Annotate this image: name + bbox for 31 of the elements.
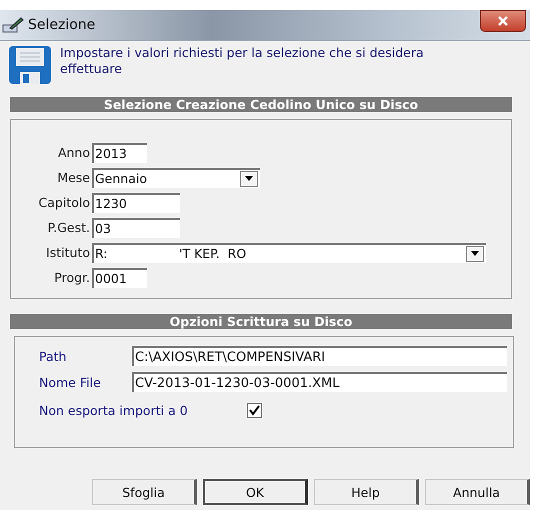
dialog-button[interactable]: Sfoglia bbox=[92, 479, 197, 505]
input-field[interactable]: CV-2013-01-1230-03-0001.XML bbox=[132, 372, 507, 392]
pen-icon bbox=[2, 17, 24, 33]
dialog-button[interactable]: Help bbox=[314, 479, 419, 505]
field-label: Anno bbox=[56, 145, 91, 160]
close-button[interactable] bbox=[480, 10, 526, 32]
input-field[interactable]: 2013 bbox=[92, 142, 147, 162]
field-label: Path bbox=[39, 348, 68, 364]
section-header: Selezione Creazione Cedolino Unico su Disco bbox=[10, 97, 512, 112]
dialog-button[interactable]: Annulla bbox=[425, 479, 530, 505]
instruction-text: Impostare i valori richiesti per la selezione che si desidera effettuare bbox=[60, 45, 425, 77]
field-label: P.Gest. bbox=[46, 220, 91, 235]
window-title: Selezione bbox=[28, 17, 96, 33]
input-field[interactable]: 03 bbox=[92, 218, 180, 238]
checkbox[interactable] bbox=[247, 402, 262, 418]
close-icon bbox=[497, 16, 509, 26]
caret-icon bbox=[466, 246, 484, 262]
field-label: Istituto bbox=[45, 245, 91, 260]
field-label: Mese bbox=[56, 170, 91, 185]
section-header: Opzioni Scrittura su Disco bbox=[10, 314, 512, 329]
field-label: Progr. bbox=[53, 270, 91, 285]
caret-icon bbox=[240, 170, 258, 186]
input-field[interactable]: C:\AXIOS\RET\COMPENSIVARI bbox=[132, 346, 507, 366]
dialog-button[interactable]: OK bbox=[203, 479, 308, 505]
field-label: Capitolo bbox=[38, 195, 91, 210]
checkbox-label: Non esporta importi a 0 bbox=[39, 402, 189, 418]
dropdown[interactable]: Gennaio bbox=[92, 168, 260, 188]
input-field[interactable]: 0001 bbox=[92, 268, 147, 288]
input-field[interactable]: 1230 bbox=[92, 192, 180, 212]
field-label: Nome File bbox=[39, 374, 102, 390]
dropdown[interactable]: R: 'T KEP. RO bbox=[92, 242, 486, 262]
